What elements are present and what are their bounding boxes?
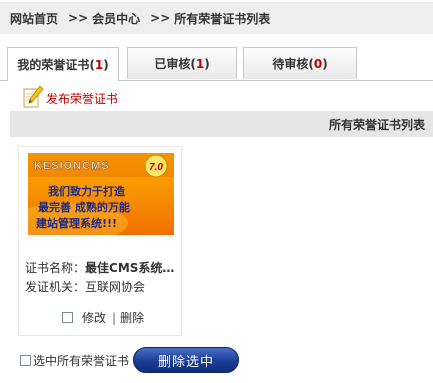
certificate-actions: 修改 | 删除 xyxy=(62,309,144,326)
tab-count: 1 xyxy=(195,56,205,71)
section-header: 所有荣誉证书列表 xyxy=(10,111,433,137)
edit-link[interactable]: 修改 xyxy=(82,309,106,326)
breadcrumb-home[interactable]: 网站首页 xyxy=(0,10,58,27)
tab-bar: 我的荣誉证书(1) 已审核(1) 待审核(0) xyxy=(0,47,433,81)
tab-count: 0 xyxy=(313,56,323,71)
delete-selected-button[interactable]: 删除选中 xyxy=(133,347,240,373)
certificate-name-label: 证书名称： xyxy=(25,261,86,275)
tab-count: 1 xyxy=(94,57,104,72)
publish-certificate-label: 发布荣誉证书 xyxy=(46,91,119,106)
certificate-select-checkbox[interactable] xyxy=(62,312,73,323)
image-brand: KESIONCMS xyxy=(34,160,110,172)
certificate-name-row: 证书名称：最佳CMS系统… xyxy=(25,259,175,276)
certificate-issuer-label: 发证机关： xyxy=(25,280,86,294)
pencil-paper-icon xyxy=(22,84,44,112)
breadcrumb: 网站首页 >> 会员中心 >> 所有荣誉证书列表 xyxy=(0,2,433,34)
section-title: 所有荣誉证书列表 xyxy=(328,117,425,132)
action-separator: | xyxy=(112,310,117,325)
select-all-checkbox[interactable] xyxy=(20,354,31,366)
tab-label: 已审核 xyxy=(154,57,191,71)
tab-label: 我的荣誉证书 xyxy=(17,58,90,72)
breadcrumb-separator: >> xyxy=(150,11,171,25)
certificate-issuer-value: 互联网协会 xyxy=(85,280,146,294)
tab-approved[interactable]: 已审核(1) xyxy=(127,47,237,79)
certificate-issuer-row: 发证机关：互联网协会 xyxy=(25,278,175,295)
certificate-image[interactable]: KESIONCMS 7.0 我们致力于打造 最完善 成熟的万能 建站管理系统!!… xyxy=(28,153,174,235)
certificate-card: KESIONCMS 7.0 我们致力于打造 最完善 成熟的万能 建站管理系统!!… xyxy=(18,146,182,336)
tab-pending[interactable]: 待审核(0) xyxy=(243,47,357,79)
tab-my-certificates[interactable]: 我的荣誉证书(1) xyxy=(7,47,119,81)
delete-link[interactable]: 删除 xyxy=(120,309,144,326)
bulk-actions: 选中所有荣誉证书 删除选中 xyxy=(20,347,240,373)
image-line-2: 最完善 成熟的万能 xyxy=(38,200,130,214)
certificate-name-value[interactable]: 最佳CMS系统… xyxy=(85,261,174,275)
select-all-label[interactable]: 选中所有荣誉证书 xyxy=(33,352,129,369)
breadcrumb-current: 所有荣誉证书列表 xyxy=(174,11,271,26)
publish-certificate-link[interactable]: 发布荣誉证书 xyxy=(22,84,119,112)
image-line-3: 建站管理系统!!! xyxy=(36,216,117,230)
image-line-1: 我们致力于打造 xyxy=(48,184,126,198)
breadcrumb-separator: >> xyxy=(68,11,89,25)
tab-label: 待审核 xyxy=(272,57,309,71)
image-version: 7.0 xyxy=(149,162,163,173)
breadcrumb-member-center[interactable]: 会员中心 xyxy=(88,10,140,27)
